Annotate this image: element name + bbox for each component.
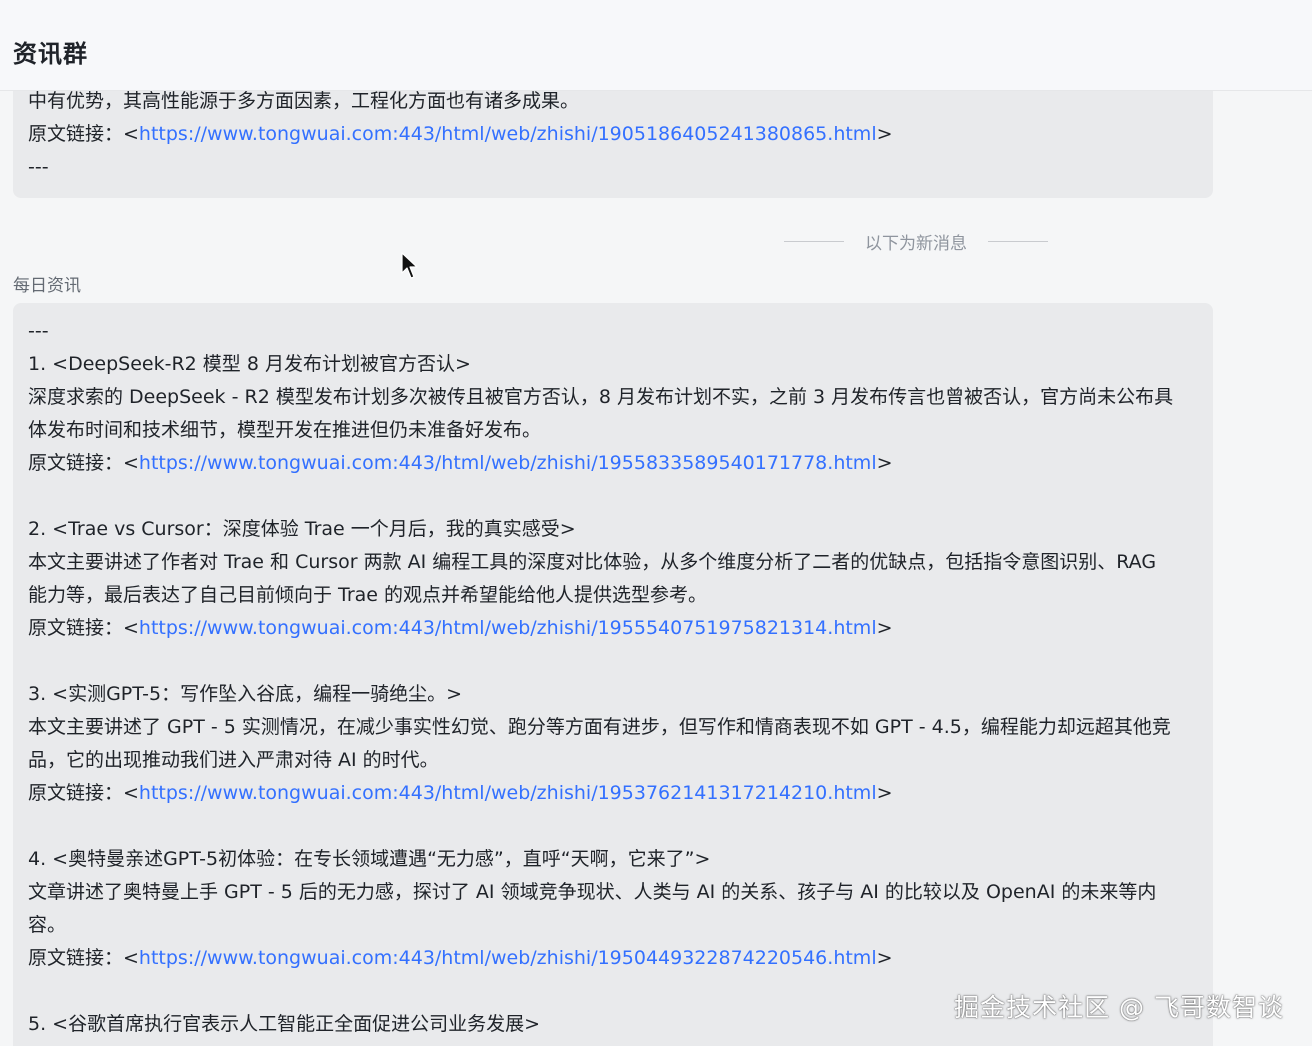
- previous-message-bubble: 中有优势，其高性能源于多方面因素，工程化方面也有诸多成果。 原文链接：<http…: [13, 91, 1213, 198]
- news-item-summary-line: 品，它的出现推动我们进入严肃对待 AI 的时代。: [28, 749, 439, 771]
- message-separator: ---: [28, 320, 49, 342]
- news-item-summary-line: 本文主要讲述了作者对 Trae 和 Cursor 两款 AI 编程工具的深度对比…: [28, 551, 1157, 573]
- news-item-summary-line: 文章讲述了奥特曼上手 GPT - 5 后的无力感，探讨了 AI 领域竞争现状、人…: [28, 881, 1157, 903]
- source-link-close: >: [876, 947, 893, 969]
- source-link-label: 原文链接：<: [28, 452, 139, 474]
- mouse-pointer-icon: [401, 252, 418, 279]
- news-item: 1. <DeepSeek-R2 模型 8 月发布计划被官方否认> 深度求索的 D…: [28, 348, 1199, 480]
- news-item-title: 1. <DeepSeek-R2 模型 8 月发布计划被官方否认>: [28, 353, 471, 375]
- source-link-label: 原文链接：<: [28, 617, 139, 639]
- news-item-title: 4. <奥特曼亲述GPT-5初体验：在专长领域遭遇“无力感”，直呼“天啊，它来了…: [28, 848, 711, 870]
- source-link-label: 原文链接：<: [28, 947, 139, 969]
- source-link-label: 原文链接：<: [28, 782, 139, 804]
- chat-window: 资讯群 中有优势，其高性能源于多方面因素，工程化方面也有诸多成果。 原文链接：<…: [0, 0, 1312, 1046]
- message-separator: ---: [28, 156, 49, 178]
- news-item-summary-line: 深度求索的 DeepSeek - R2 模型发布计划多次被传且被官方否认，8 月…: [28, 386, 1174, 408]
- source-link-line: 原文链接：<https://www.tongwuai.com:443/html/…: [28, 612, 1199, 645]
- source-link-close: >: [876, 782, 893, 804]
- sender-name[interactable]: 每日资讯: [13, 271, 81, 296]
- news-item: 3. <实测GPT-5：写作坠入谷底，编程一骑绝尘。> 本文主要讲述了 GPT …: [28, 678, 1199, 810]
- message-text-line: 中有优势，其高性能源于多方面因素，工程化方面也有诸多成果。: [28, 91, 580, 112]
- news-item-title: 2. <Trae vs Cursor：深度体验 Trae 一个月后，我的真实感受…: [28, 518, 576, 540]
- source-link[interactable]: https://www.tongwuai.com:443/html/web/zh…: [139, 452, 877, 474]
- source-link-label: 原文链接：<: [28, 123, 139, 145]
- source-link[interactable]: https://www.tongwuai.com:443/html/web/zh…: [139, 782, 877, 804]
- source-link-close: >: [876, 123, 893, 145]
- source-link[interactable]: https://www.tongwuai.com:443/html/web/zh…: [139, 123, 877, 145]
- news-item-summary-line: 能力等，最后表达了自己目前倾向于 Trae 的观点并希望能给他人提供选型参考。: [28, 584, 708, 606]
- news-item: 2. <Trae vs Cursor：深度体验 Trae 一个月后，我的真实感受…: [28, 513, 1199, 645]
- news-item-summary-line: 本文主要讲述了 GPT - 5 实测情况，在减少事实性幻觉、跑分等方面有进步，但…: [28, 716, 1171, 738]
- source-link-close: >: [876, 617, 893, 639]
- chat-title: 资讯群: [13, 40, 88, 68]
- watermark: 掘金技术社区 @ 飞哥数智谈: [954, 993, 1284, 1022]
- source-link-line: 原文链接：<https://www.tongwuai.com:443/html/…: [28, 118, 1199, 151]
- message-bubble: --- 1. <DeepSeek-R2 模型 8 月发布计划被官方否认> 深度求…: [13, 303, 1213, 1046]
- source-link[interactable]: https://www.tongwuai.com:443/html/web/zh…: [139, 947, 877, 969]
- news-item-title: 3. <实测GPT-5：写作坠入谷底，编程一骑绝尘。>: [28, 683, 462, 705]
- source-link[interactable]: https://www.tongwuai.com:443/html/web/zh…: [139, 617, 877, 639]
- new-messages-label: 以下为新消息: [865, 233, 967, 254]
- news-item-summary-line: 容。: [28, 914, 67, 936]
- news-item: 4. <奥特曼亲述GPT-5初体验：在专长领域遭遇“无力感”，直呼“天啊，它来了…: [28, 843, 1199, 975]
- new-messages-divider: 以下为新消息: [784, 229, 1048, 254]
- source-link-line: 原文链接：<https://www.tongwuai.com:443/html/…: [28, 777, 1199, 810]
- chat-header: 资讯群: [0, 0, 1312, 91]
- divider-line-right: [988, 240, 1048, 242]
- divider-line-left: [784, 240, 844, 242]
- source-link-line: 原文链接：<https://www.tongwuai.com:443/html/…: [28, 942, 1199, 975]
- source-link-close: >: [876, 452, 893, 474]
- source-link-line: 原文链接：<https://www.tongwuai.com:443/html/…: [28, 447, 1199, 480]
- message-list[interactable]: 中有优势，其高性能源于多方面因素，工程化方面也有诸多成果。 原文链接：<http…: [0, 91, 1312, 1046]
- news-item-summary-line: 体发布时间和技术细节，模型开发在推进但仍未准备好发布。: [28, 419, 542, 441]
